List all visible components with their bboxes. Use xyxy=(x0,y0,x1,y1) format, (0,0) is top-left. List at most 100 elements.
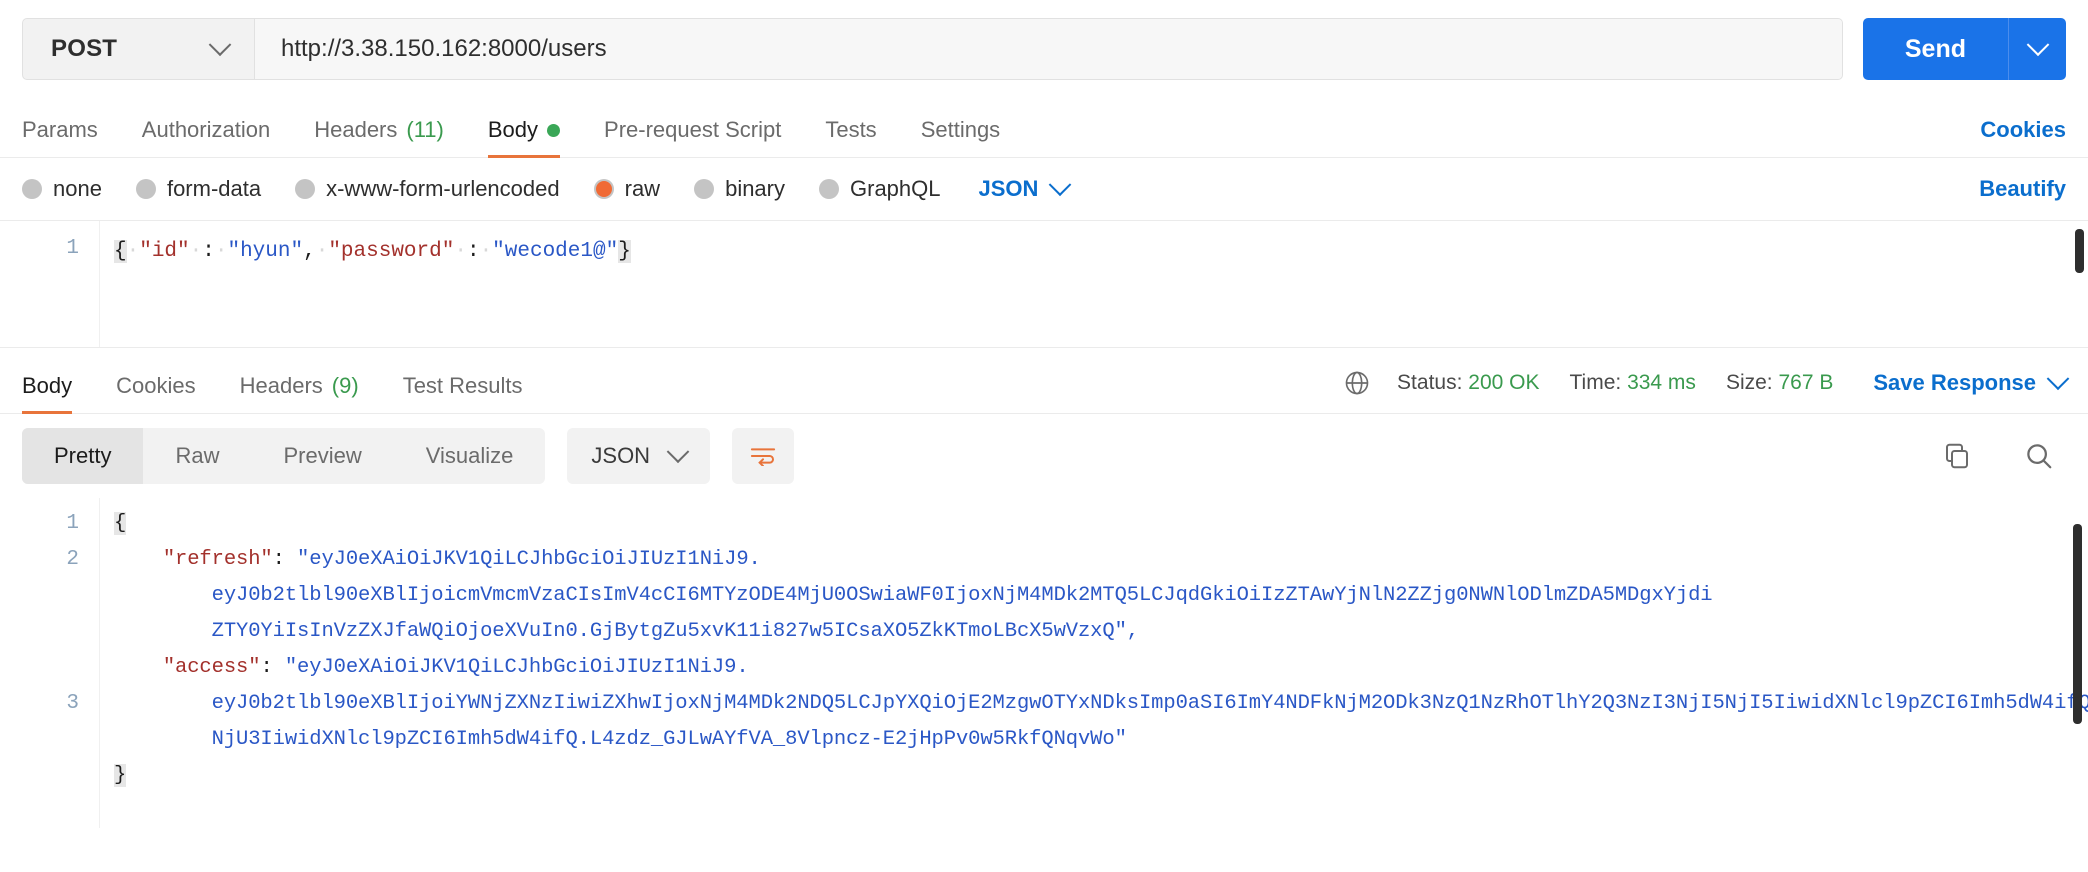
radio-icon xyxy=(22,179,42,199)
response-tabs: Body Cookies Headers (9) Test Results St… xyxy=(0,348,2088,414)
raw-format-label: JSON xyxy=(978,176,1039,201)
json-value-access-part3: NjU3IiwidXNlcl9pZCI6Imh5dW4ifQ.L4zdz_GJL… xyxy=(211,728,1127,751)
json-value-refresh-part2: eyJ0b2tlbl90eXBlIjoicmVmcmVzaCIsImV4cCI6… xyxy=(211,584,1713,607)
body-type-label: binary xyxy=(725,176,785,201)
tab-label: Body xyxy=(22,373,73,398)
radio-icon xyxy=(135,179,156,199)
tab-label: Headers xyxy=(314,117,398,142)
url-input[interactable]: http://3.38.150.162:8000/users xyxy=(255,19,1842,79)
body-type-raw[interactable]: raw xyxy=(593,176,661,202)
search-icon[interactable] xyxy=(2024,441,2054,471)
cookies-link[interactable]: Cookies xyxy=(1980,117,2066,157)
request-body-editor[interactable]: 1 {·"id"·:·"hyun",·"password"·:·"wecode1… xyxy=(0,220,2088,348)
chevron-down-icon xyxy=(666,440,690,464)
body-type-label: x-www-form-urlencoded xyxy=(326,176,560,201)
response-scrollbar[interactable] xyxy=(2073,524,2082,724)
space-dot: · xyxy=(126,240,140,263)
space-dot: · xyxy=(315,240,329,263)
request-editor-code[interactable]: {·"id"·:·"hyun",·"password"·:·"wecode1@"… xyxy=(100,221,2088,347)
tab-label: Test Results xyxy=(402,373,523,398)
response-tab-test-results[interactable]: Test Results xyxy=(403,373,523,413)
space-dot: · xyxy=(214,240,228,263)
body-type-none[interactable]: none xyxy=(22,176,102,202)
line-number: 2 xyxy=(66,548,79,571)
body-type-x-www-form-urlencoded[interactable]: x-www-form-urlencoded xyxy=(295,176,560,202)
body-type-label: none xyxy=(53,176,102,201)
space-dot: · xyxy=(454,240,467,263)
space-dot: · xyxy=(479,240,493,263)
response-meta: Status: 200 OK Time: 334 ms Size: 767 B … xyxy=(1343,367,2070,413)
body-type-binary[interactable]: binary xyxy=(694,176,785,202)
tab-label: Body xyxy=(487,117,539,142)
beautify-button[interactable]: Beautify xyxy=(1979,176,2066,202)
request-url-bar: POST http://3.38.150.162:8000/users Send xyxy=(0,0,2088,80)
send-button[interactable]: Send xyxy=(1862,18,2008,80)
size-label: Size: xyxy=(1725,371,1773,394)
response-actions xyxy=(1942,441,2066,471)
tab-label: Authorization xyxy=(141,117,271,142)
json-value-refresh-part1: "eyJ0eXAiOiJKV1QiLCJhbGciOiJIUzI1NiJ9. xyxy=(297,548,761,571)
http-method-select[interactable]: POST xyxy=(23,19,255,79)
body-type-label: raw xyxy=(624,176,661,201)
chevron-down-icon xyxy=(2026,33,2049,57)
response-format-select[interactable]: JSON xyxy=(567,428,711,484)
tab-headers[interactable]: Headers (11) xyxy=(314,117,444,157)
request-editor-gutter: 1 xyxy=(0,221,100,347)
copy-icon[interactable] xyxy=(1942,441,1972,471)
body-type-label: form-data xyxy=(166,176,262,201)
line-number: 3 xyxy=(66,692,79,715)
view-mode-pretty[interactable]: Pretty xyxy=(22,428,144,484)
request-editor-scrollbar[interactable] xyxy=(2075,229,2084,273)
tab-settings[interactable]: Settings xyxy=(921,117,1001,157)
tab-body[interactable]: Body xyxy=(487,117,561,158)
json-key-password: "password" xyxy=(328,240,455,263)
send-group: Send xyxy=(1862,18,2066,80)
status-value: 200 OK xyxy=(1468,371,1540,394)
tab-tests[interactable]: Tests xyxy=(825,117,876,157)
tab-label: Cookies xyxy=(116,373,196,398)
body-type-row: none form-data x-www-form-urlencoded raw… xyxy=(0,158,2088,220)
json-comma: , xyxy=(303,240,316,263)
send-options-button[interactable] xyxy=(2008,18,2066,80)
view-mode-visualize[interactable]: Visualize xyxy=(394,428,546,484)
raw-format-select[interactable]: JSON xyxy=(978,173,1072,202)
save-response-button[interactable]: Save Response xyxy=(1873,367,2070,396)
json-key-refresh: "refresh" xyxy=(162,548,273,571)
json-value-access-part1: "eyJ0eXAiOiJKV1QiLCJhbGciOiJIUzI1NiJ9. xyxy=(284,656,749,679)
wrap-lines-button[interactable] xyxy=(732,428,795,484)
status-meta: Status: 200 OK xyxy=(1397,371,1539,395)
json-value-password: "wecode1@" xyxy=(492,240,619,263)
json-colon: : xyxy=(260,656,285,679)
line-number: 1 xyxy=(66,237,79,260)
body-type-graphql[interactable]: GraphQL xyxy=(819,176,941,202)
json-close-brace: } xyxy=(114,764,127,787)
tab-label: Pre-request Script xyxy=(604,117,782,142)
tab-authorization[interactable]: Authorization xyxy=(142,117,270,157)
json-open-brace: { xyxy=(114,512,127,535)
response-tab-body[interactable]: Body xyxy=(22,373,73,414)
chevron-down-icon xyxy=(1049,173,1072,197)
tab-label: Params xyxy=(22,117,98,142)
tab-params[interactable]: Params xyxy=(22,117,98,157)
size-meta: Size: 767 B xyxy=(1726,371,1833,395)
size-value: 767 B xyxy=(1778,371,1834,394)
json-colon: : xyxy=(272,548,298,571)
tab-label: Tests xyxy=(825,117,877,142)
response-code[interactable]: { "refresh": "eyJ0eXAiOiJKV1QiLCJhbGciOi… xyxy=(100,498,2088,828)
json-colon: : xyxy=(202,240,215,263)
response-tab-headers[interactable]: Headers (9) xyxy=(240,373,359,413)
body-present-dot-icon xyxy=(547,123,561,137)
body-type-form-data[interactable]: form-data xyxy=(135,176,262,202)
tab-pre-request-script[interactable]: Pre-request Script xyxy=(604,117,781,157)
tab-label: Headers xyxy=(239,373,323,398)
globe-icon xyxy=(1343,369,1371,397)
response-format-label: JSON xyxy=(591,443,651,468)
radio-icon xyxy=(694,179,715,199)
view-mode-raw[interactable]: Raw xyxy=(143,428,251,484)
response-body-viewer[interactable]: 1 2 3 4 { "refresh": "eyJ0eXAiOiJKV1QiLC… xyxy=(0,498,2088,828)
radio-selected-icon xyxy=(593,179,614,199)
save-response-label: Save Response xyxy=(1873,370,2036,395)
response-view-mode-group: Pretty Raw Preview Visualize xyxy=(22,428,546,484)
view-mode-preview[interactable]: Preview xyxy=(251,428,393,484)
response-tab-cookies[interactable]: Cookies xyxy=(116,373,195,413)
